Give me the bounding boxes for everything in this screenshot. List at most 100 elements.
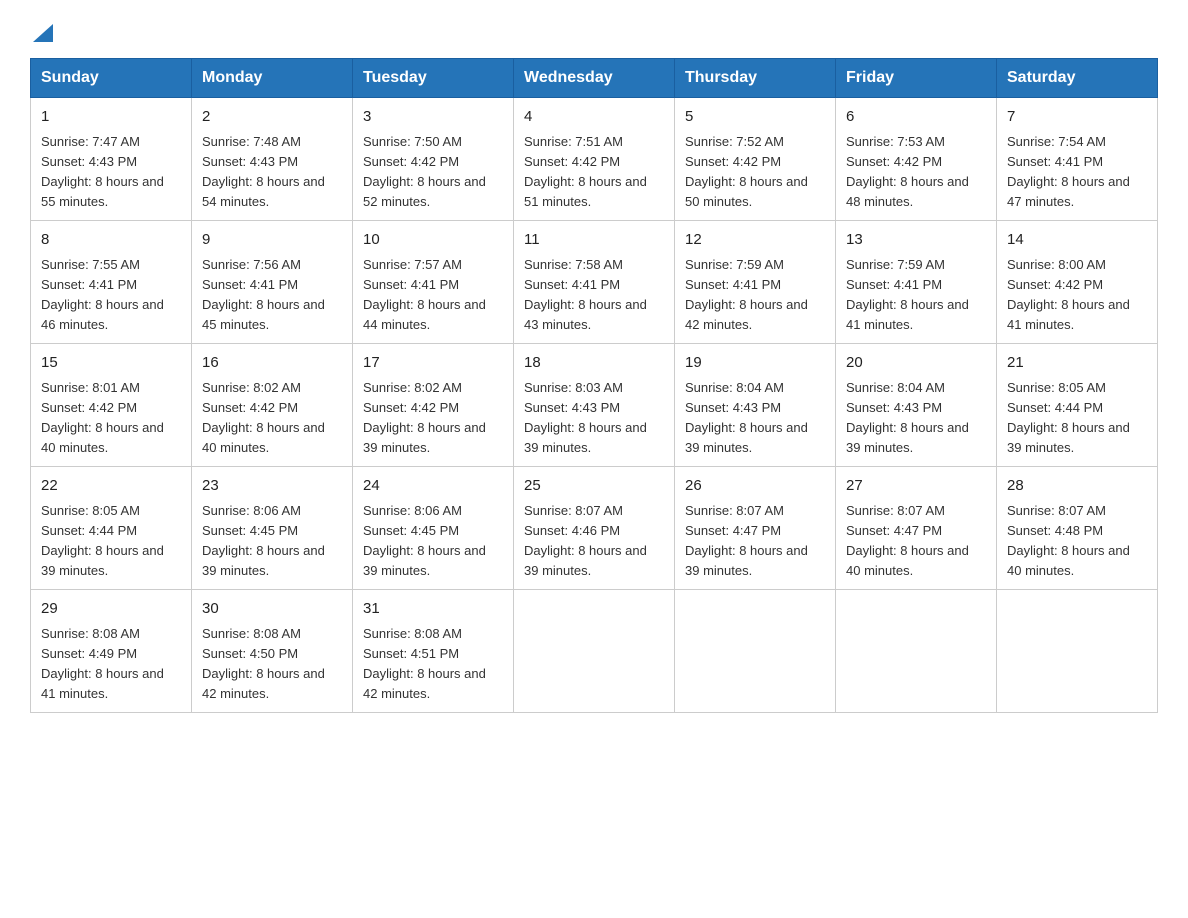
- calendar-cell: 9 Sunrise: 7:56 AMSunset: 4:41 PMDayligh…: [192, 221, 353, 344]
- day-number: 28: [1007, 475, 1147, 498]
- day-number: 19: [685, 352, 825, 375]
- day-info: Sunrise: 8:02 AMSunset: 4:42 PMDaylight:…: [363, 378, 503, 459]
- day-number: 31: [363, 598, 503, 621]
- logo-triangle-icon: [33, 20, 53, 42]
- day-info: Sunrise: 7:50 AMSunset: 4:42 PMDaylight:…: [363, 132, 503, 213]
- day-number: 4: [524, 106, 664, 129]
- calendar-cell: 14 Sunrise: 8:00 AMSunset: 4:42 PMDaylig…: [997, 221, 1158, 344]
- calendar-cell: 3 Sunrise: 7:50 AMSunset: 4:42 PMDayligh…: [353, 98, 514, 221]
- calendar-cell: 31 Sunrise: 8:08 AMSunset: 4:51 PMDaylig…: [353, 590, 514, 713]
- calendar-cell: 25 Sunrise: 8:07 AMSunset: 4:46 PMDaylig…: [514, 467, 675, 590]
- calendar-week-row: 15 Sunrise: 8:01 AMSunset: 4:42 PMDaylig…: [31, 344, 1158, 467]
- calendar-table: SundayMondayTuesdayWednesdayThursdayFrid…: [30, 58, 1158, 713]
- calendar-cell: 13 Sunrise: 7:59 AMSunset: 4:41 PMDaylig…: [836, 221, 997, 344]
- calendar-cell: 22 Sunrise: 8:05 AMSunset: 4:44 PMDaylig…: [31, 467, 192, 590]
- day-info: Sunrise: 8:03 AMSunset: 4:43 PMDaylight:…: [524, 378, 664, 459]
- calendar-cell: 29 Sunrise: 8:08 AMSunset: 4:49 PMDaylig…: [31, 590, 192, 713]
- day-number: 12: [685, 229, 825, 252]
- day-info: Sunrise: 7:53 AMSunset: 4:42 PMDaylight:…: [846, 132, 986, 213]
- day-info: Sunrise: 8:07 AMSunset: 4:48 PMDaylight:…: [1007, 501, 1147, 582]
- day-number: 5: [685, 106, 825, 129]
- page-header: [30, 20, 1158, 42]
- day-info: Sunrise: 7:52 AMSunset: 4:42 PMDaylight:…: [685, 132, 825, 213]
- day-info: Sunrise: 7:58 AMSunset: 4:41 PMDaylight:…: [524, 255, 664, 336]
- day-number: 9: [202, 229, 342, 252]
- day-info: Sunrise: 8:08 AMSunset: 4:50 PMDaylight:…: [202, 624, 342, 705]
- day-info: Sunrise: 8:05 AMSunset: 4:44 PMDaylight:…: [41, 501, 181, 582]
- weekday-header-tuesday: Tuesday: [353, 59, 514, 98]
- day-number: 21: [1007, 352, 1147, 375]
- calendar-cell: 18 Sunrise: 8:03 AMSunset: 4:43 PMDaylig…: [514, 344, 675, 467]
- calendar-cell: 8 Sunrise: 7:55 AMSunset: 4:41 PMDayligh…: [31, 221, 192, 344]
- day-number: 1: [41, 106, 181, 129]
- day-number: 25: [524, 475, 664, 498]
- weekday-header-wednesday: Wednesday: [514, 59, 675, 98]
- day-info: Sunrise: 7:57 AMSunset: 4:41 PMDaylight:…: [363, 255, 503, 336]
- calendar-week-row: 1 Sunrise: 7:47 AMSunset: 4:43 PMDayligh…: [31, 98, 1158, 221]
- calendar-cell: 21 Sunrise: 8:05 AMSunset: 4:44 PMDaylig…: [997, 344, 1158, 467]
- calendar-cell: 30 Sunrise: 8:08 AMSunset: 4:50 PMDaylig…: [192, 590, 353, 713]
- calendar-cell: 6 Sunrise: 7:53 AMSunset: 4:42 PMDayligh…: [836, 98, 997, 221]
- calendar-cell: 20 Sunrise: 8:04 AMSunset: 4:43 PMDaylig…: [836, 344, 997, 467]
- calendar-cell: [997, 590, 1158, 713]
- calendar-cell: 15 Sunrise: 8:01 AMSunset: 4:42 PMDaylig…: [31, 344, 192, 467]
- calendar-cell: 28 Sunrise: 8:07 AMSunset: 4:48 PMDaylig…: [997, 467, 1158, 590]
- day-info: Sunrise: 7:48 AMSunset: 4:43 PMDaylight:…: [202, 132, 342, 213]
- calendar-cell: 10 Sunrise: 7:57 AMSunset: 4:41 PMDaylig…: [353, 221, 514, 344]
- day-number: 23: [202, 475, 342, 498]
- day-info: Sunrise: 8:08 AMSunset: 4:51 PMDaylight:…: [363, 624, 503, 705]
- calendar-week-row: 8 Sunrise: 7:55 AMSunset: 4:41 PMDayligh…: [31, 221, 1158, 344]
- day-info: Sunrise: 8:07 AMSunset: 4:46 PMDaylight:…: [524, 501, 664, 582]
- day-info: Sunrise: 8:01 AMSunset: 4:42 PMDaylight:…: [41, 378, 181, 459]
- calendar-cell: 23 Sunrise: 8:06 AMSunset: 4:45 PMDaylig…: [192, 467, 353, 590]
- day-number: 24: [363, 475, 503, 498]
- day-number: 11: [524, 229, 664, 252]
- day-info: Sunrise: 8:05 AMSunset: 4:44 PMDaylight:…: [1007, 378, 1147, 459]
- day-info: Sunrise: 8:07 AMSunset: 4:47 PMDaylight:…: [846, 501, 986, 582]
- day-number: 2: [202, 106, 342, 129]
- day-info: Sunrise: 7:47 AMSunset: 4:43 PMDaylight:…: [41, 132, 181, 213]
- day-number: 20: [846, 352, 986, 375]
- weekday-header-monday: Monday: [192, 59, 353, 98]
- calendar-cell: 24 Sunrise: 8:06 AMSunset: 4:45 PMDaylig…: [353, 467, 514, 590]
- day-number: 18: [524, 352, 664, 375]
- day-info: Sunrise: 8:08 AMSunset: 4:49 PMDaylight:…: [41, 624, 181, 705]
- calendar-cell: [514, 590, 675, 713]
- day-info: Sunrise: 8:00 AMSunset: 4:42 PMDaylight:…: [1007, 255, 1147, 336]
- calendar-cell: 4 Sunrise: 7:51 AMSunset: 4:42 PMDayligh…: [514, 98, 675, 221]
- calendar-cell: [836, 590, 997, 713]
- day-number: 7: [1007, 106, 1147, 129]
- calendar-week-row: 29 Sunrise: 8:08 AMSunset: 4:49 PMDaylig…: [31, 590, 1158, 713]
- weekday-header-row: SundayMondayTuesdayWednesdayThursdayFrid…: [31, 59, 1158, 98]
- day-info: Sunrise: 7:51 AMSunset: 4:42 PMDaylight:…: [524, 132, 664, 213]
- day-info: Sunrise: 8:02 AMSunset: 4:42 PMDaylight:…: [202, 378, 342, 459]
- weekday-header-saturday: Saturday: [997, 59, 1158, 98]
- day-number: 26: [685, 475, 825, 498]
- day-info: Sunrise: 7:59 AMSunset: 4:41 PMDaylight:…: [846, 255, 986, 336]
- day-info: Sunrise: 8:07 AMSunset: 4:47 PMDaylight:…: [685, 501, 825, 582]
- calendar-cell: 7 Sunrise: 7:54 AMSunset: 4:41 PMDayligh…: [997, 98, 1158, 221]
- calendar-cell: 1 Sunrise: 7:47 AMSunset: 4:43 PMDayligh…: [31, 98, 192, 221]
- day-number: 13: [846, 229, 986, 252]
- day-info: Sunrise: 7:59 AMSunset: 4:41 PMDaylight:…: [685, 255, 825, 336]
- calendar-cell: 19 Sunrise: 8:04 AMSunset: 4:43 PMDaylig…: [675, 344, 836, 467]
- day-info: Sunrise: 8:04 AMSunset: 4:43 PMDaylight:…: [685, 378, 825, 459]
- logo: [30, 20, 53, 42]
- day-number: 3: [363, 106, 503, 129]
- calendar-cell: 2 Sunrise: 7:48 AMSunset: 4:43 PMDayligh…: [192, 98, 353, 221]
- day-number: 29: [41, 598, 181, 621]
- day-number: 22: [41, 475, 181, 498]
- day-info: Sunrise: 7:56 AMSunset: 4:41 PMDaylight:…: [202, 255, 342, 336]
- day-number: 8: [41, 229, 181, 252]
- day-number: 6: [846, 106, 986, 129]
- calendar-cell: 17 Sunrise: 8:02 AMSunset: 4:42 PMDaylig…: [353, 344, 514, 467]
- day-number: 16: [202, 352, 342, 375]
- day-number: 17: [363, 352, 503, 375]
- day-info: Sunrise: 8:06 AMSunset: 4:45 PMDaylight:…: [202, 501, 342, 582]
- calendar-cell: 12 Sunrise: 7:59 AMSunset: 4:41 PMDaylig…: [675, 221, 836, 344]
- weekday-header-sunday: Sunday: [31, 59, 192, 98]
- day-info: Sunrise: 8:04 AMSunset: 4:43 PMDaylight:…: [846, 378, 986, 459]
- weekday-header-thursday: Thursday: [675, 59, 836, 98]
- calendar-cell: [675, 590, 836, 713]
- day-number: 15: [41, 352, 181, 375]
